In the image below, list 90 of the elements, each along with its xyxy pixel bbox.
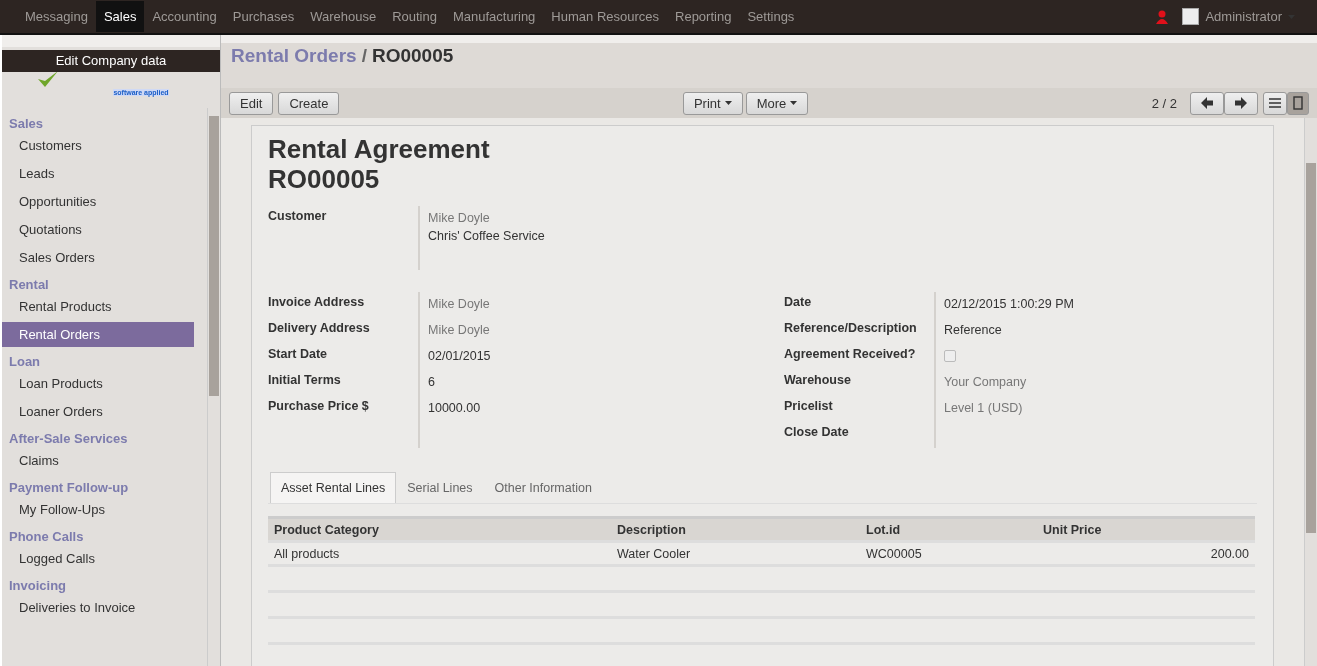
sidebar-item[interactable]: My Follow-Ups: [2, 497, 194, 522]
field-label: Initial Terms: [268, 372, 342, 389]
sidebar-item[interactable]: Rental Products: [2, 294, 194, 319]
menu-item[interactable]: Sales: [95, 1, 145, 32]
sidebar-item[interactable]: Leads: [2, 161, 194, 186]
sidebar-item[interactable]: Quotations: [2, 217, 194, 242]
tab[interactable]: Serial Lines: [396, 472, 484, 503]
scrollbar-thumb[interactable]: [209, 116, 219, 396]
sidebar-item[interactable]: Customers: [2, 133, 194, 158]
sidebar-item[interactable]: Logged Calls: [2, 546, 194, 571]
right-arrow-icon: [1235, 97, 1247, 109]
field-label: Delivery Address: [268, 320, 371, 337]
field-value: Mike Doyle: [428, 296, 491, 313]
field-label: Warehouse: [784, 372, 852, 389]
sidebar-item[interactable]: Loaner Orders: [2, 399, 194, 424]
form-view-button[interactable]: [1287, 91, 1309, 115]
caret-icon: [724, 101, 732, 105]
field-value: 10000.00: [428, 400, 482, 417]
table-cell-text: Water Cooler: [617, 546, 692, 561]
sidebar-item[interactable]: Sales Orders: [2, 245, 194, 270]
form-number: RO00005: [268, 164, 381, 194]
field-label: Invoice Address: [268, 294, 366, 311]
tab[interactable]: Asset Rental Lines: [270, 472, 397, 503]
column-header: Description: [617, 522, 687, 537]
field-value: 02/01/2015: [428, 348, 491, 365]
table-cell-text: 200.00: [1209, 546, 1249, 561]
menu-item[interactable]: Human Resources: [543, 1, 667, 32]
sidebar-item[interactable]: Claims: [2, 448, 194, 473]
avatar-icon: [1182, 8, 1200, 25]
section-title: Loan: [8, 353, 42, 371]
table-cell-text: All products: [274, 546, 341, 561]
field-label: Start Date: [268, 346, 329, 363]
field-value: Level 1 (USD): [944, 400, 1024, 417]
tooltip: Edit Company data: [2, 50, 220, 72]
form-title: Rental Agreement: [268, 134, 491, 164]
menu-item[interactable]: Messaging: [17, 1, 96, 32]
section-title: After-Sale Services: [8, 430, 129, 448]
field-label: Agreement Received?: [784, 346, 917, 363]
field-value: Mike Doyle: [428, 322, 491, 339]
user-name[interactable]: Administrator: [1205, 9, 1282, 24]
menu-item[interactable]: Warehouse: [302, 1, 385, 32]
field-value: Mike Doyle: [428, 210, 491, 224]
checkbox[interactable]: [944, 350, 956, 362]
section-title: Invoicing: [8, 577, 68, 595]
previous-button[interactable]: [1190, 91, 1224, 115]
breadcrumb-current: RO00005: [371, 45, 454, 68]
toolbar-button[interactable]: Edit: [229, 91, 274, 115]
menu-item[interactable]: Manufacturing: [444, 1, 544, 32]
column-header: Lot.id: [866, 522, 901, 537]
sidebar-item[interactable]: Opportunities: [2, 189, 194, 214]
field-label: Pricelist: [784, 398, 834, 415]
table-cell-text: WC00005: [866, 546, 923, 561]
form-icon: [1293, 96, 1303, 110]
sidebar-item[interactable]: Rental Orders: [2, 322, 194, 347]
menu-item[interactable]: Purchases: [224, 1, 303, 32]
menu-item[interactable]: Accounting: [144, 1, 225, 32]
field-label: Close Date: [784, 424, 850, 441]
dropdown-button[interactable]: More: [745, 91, 809, 115]
field-value: Chris' Coffee Service: [428, 228, 546, 242]
menu-item[interactable]: Routing: [384, 1, 445, 32]
field-value: 02/12/2015 1:00:29 PM: [944, 296, 1074, 313]
caret-icon: [790, 101, 798, 105]
field-value: 6: [428, 374, 436, 391]
field-label: Customer: [268, 208, 328, 225]
menu-item[interactable]: Settings: [739, 1, 803, 32]
breadcrumb-separator: /: [361, 45, 367, 68]
section-title: Rental: [8, 276, 50, 294]
column-header: Unit Price: [1043, 522, 1103, 537]
field-value: Your Company: [944, 374, 1028, 391]
user-icon[interactable]: [1156, 9, 1169, 24]
field-label: Date: [784, 294, 813, 311]
section-title: Sales: [8, 115, 44, 133]
section-title: Payment Follow-up: [8, 479, 130, 497]
list-view-button[interactable]: [1263, 91, 1287, 115]
field-value: Reference: [944, 322, 1003, 339]
column-header: Product Category: [274, 522, 380, 537]
tab[interactable]: Other Information: [483, 472, 603, 503]
dropdown-button[interactable]: Print: [682, 91, 743, 115]
pager: 2 / 2: [1151, 95, 1177, 111]
left-arrow-icon: [1201, 97, 1213, 109]
list-icon: [1269, 98, 1281, 108]
sidebar-item[interactable]: Loan Products: [2, 371, 194, 396]
toolbar-button[interactable]: Create: [278, 91, 340, 115]
next-button[interactable]: [1224, 91, 1258, 115]
scrollbar-thumb[interactable]: [1306, 163, 1316, 533]
field-label: Reference/Description: [784, 320, 918, 337]
field-label: Purchase Price $: [268, 398, 370, 415]
sidebar-item[interactable]: Deliveries to Invoice: [2, 595, 194, 620]
section-title: Phone Calls: [8, 528, 85, 546]
menu-item[interactable]: Reporting: [667, 1, 740, 32]
